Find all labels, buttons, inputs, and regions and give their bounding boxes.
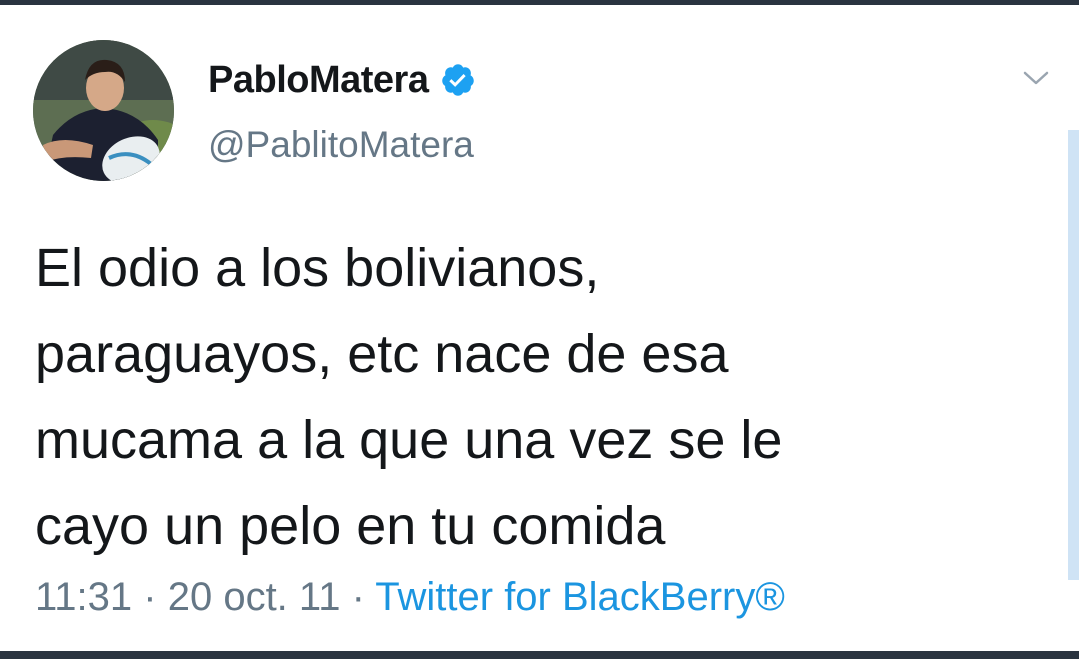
tweet-text-line: El odio a los bolivianos, — [35, 238, 600, 298]
author-handle[interactable]: @PablitoMatera — [208, 124, 474, 166]
chevron-down-icon[interactable] — [1016, 63, 1056, 93]
rugby-player-avatar-icon — [33, 40, 174, 181]
bottom-frame-bar — [0, 651, 1079, 659]
avatar[interactable] — [33, 40, 174, 181]
meta-separator: · — [351, 575, 365, 619]
author-name-row[interactable]: PabloMatera — [208, 58, 476, 102]
verified-badge-icon — [440, 62, 476, 98]
tweet-text-line: cayo un pelo en tu comida — [35, 496, 666, 556]
tweet-text-line: mucama a la que una vez se le — [35, 410, 783, 470]
tweet-text-line: paraguayos, etc nace de esa — [35, 324, 729, 384]
top-frame-bar — [0, 0, 1079, 5]
author-display-name[interactable]: PabloMatera — [208, 59, 429, 102]
tweet-date[interactable]: 20 oct. 11 — [168, 575, 341, 619]
tweet-source-link[interactable]: Twitter for BlackBerry® — [375, 575, 785, 619]
tweet-text: El odio a los bolivianos, paraguayos, et… — [35, 225, 1045, 569]
scroll-indicator — [1068, 130, 1079, 580]
meta-separator: · — [143, 575, 157, 619]
tweet-metadata: 11:31 · 20 oct. 11 · Twitter for BlackBe… — [35, 575, 785, 620]
tweet-time[interactable]: 11:31 — [35, 575, 132, 619]
